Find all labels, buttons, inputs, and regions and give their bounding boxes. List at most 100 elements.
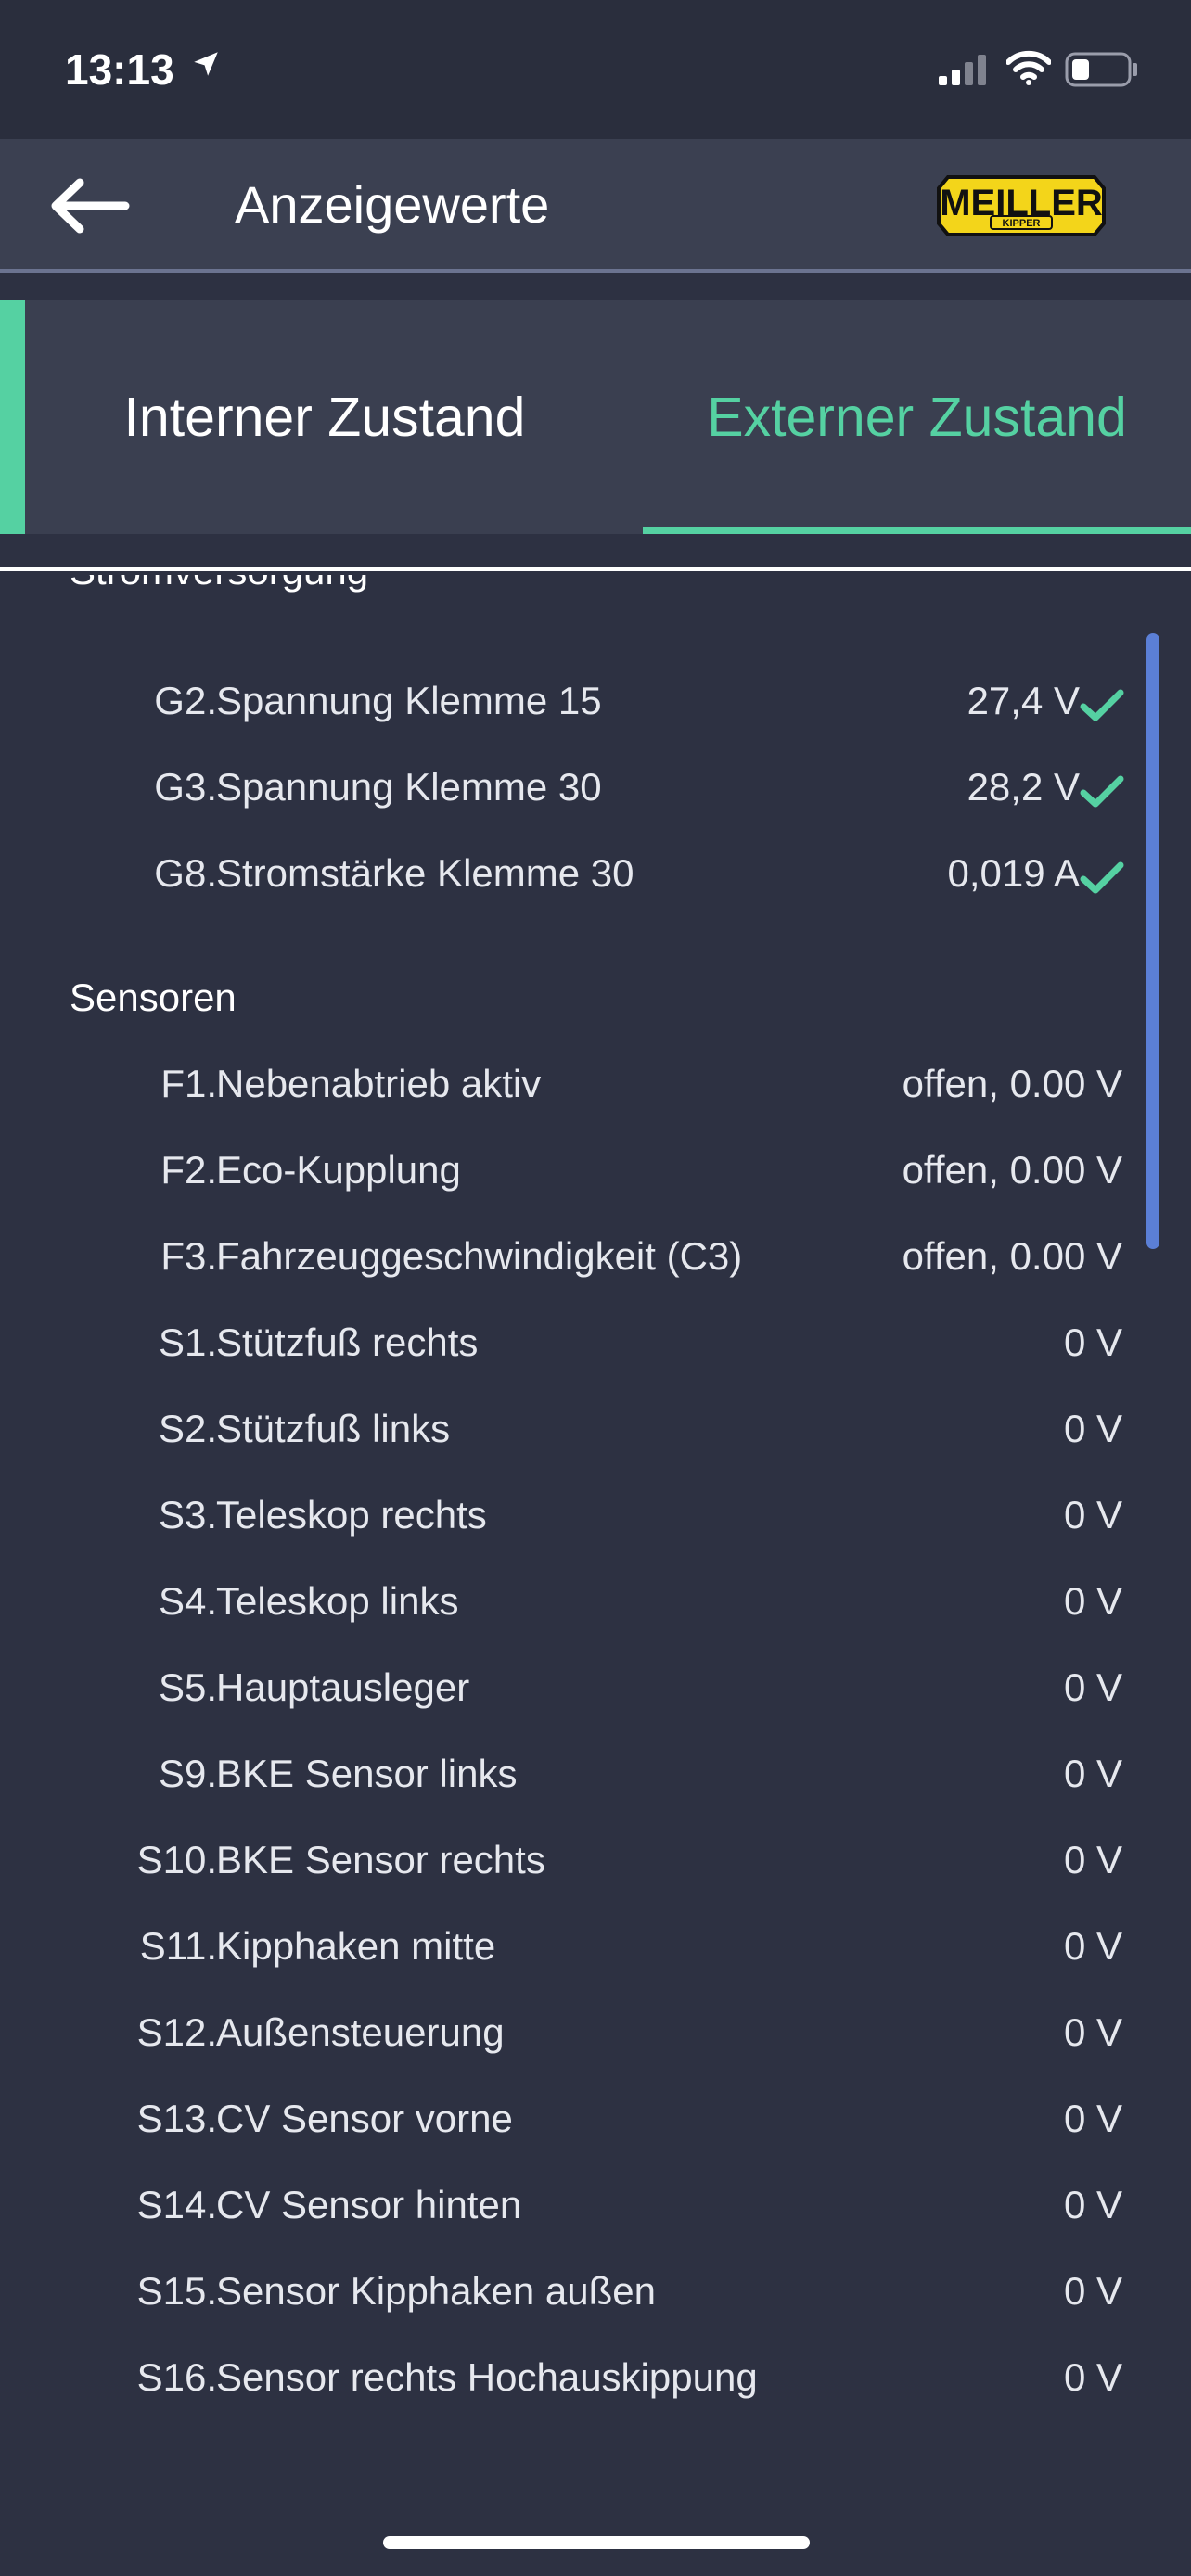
item-value: 0 V (1063, 1752, 1122, 1795)
list-item: S1. Stützfuß rechts 0 V (0, 1320, 1191, 1376)
list-item: S12. Außensteuerung 0 V (0, 2010, 1191, 2066)
item-label: Hauptausleger (216, 1665, 470, 1709)
back-arrow-icon[interactable] (46, 178, 130, 238)
item-label: Stromstärke Klemme 30 (216, 851, 634, 895)
list-item: S11. Kipphaken mitte 0 V (0, 1924, 1191, 1980)
item-code: S10. (136, 1838, 217, 1881)
list-item: F2. Eco-Kupplung offen, 0.00 V (0, 1148, 1191, 1204)
meiller-logo: MEILLER KIPPER (935, 172, 1108, 245)
item-value: offen, 0.00 V (902, 1148, 1122, 1192)
list-item: S3. Teleskop rechts 0 V (0, 1493, 1191, 1549)
item-label: CV Sensor hinten (216, 2183, 522, 2226)
item-code: S16. (136, 2355, 217, 2399)
item-value: 27,4 V (967, 679, 1080, 722)
tab-left-accent (0, 300, 25, 534)
cellular-signal-icon (937, 54, 992, 92)
item-code: S1. (158, 1320, 217, 1364)
item-value: offen, 0.00 V (902, 1234, 1122, 1278)
item-label: BKE Sensor rechts (216, 1838, 545, 1881)
item-label: Fahrzeuggeschwindigkeit (C3) (216, 1234, 743, 1278)
item-value: 0 V (1063, 1665, 1122, 1709)
item-code: G3. (154, 765, 217, 809)
tab-interner-zustand[interactable]: Interner Zustand (56, 300, 594, 534)
app-bar: Anzeigewerte MEILLER KIPPER (0, 139, 1191, 273)
item-code: G8. (154, 851, 217, 895)
section-title-sensoren: Sensoren (70, 976, 237, 1019)
content-divider (0, 567, 1191, 571)
values-list[interactable]: Stromversorgung G2. Spannung Klemme 15 2… (0, 575, 1191, 2508)
list-item: S4. Teleskop links 0 V (0, 1579, 1191, 1635)
item-value: 0 V (1063, 1407, 1122, 1450)
list-item: S13. CV Sensor vorne 0 V (0, 2097, 1191, 2152)
item-code: F1. (160, 1062, 217, 1105)
active-tab-indicator (643, 527, 1191, 534)
item-label: Sensor rechts Hochauskippung (216, 2355, 758, 2399)
item-code: F2. (160, 1148, 217, 1192)
item-label: CV Sensor vorne (216, 2097, 513, 2140)
svg-text:KIPPER: KIPPER (1003, 218, 1041, 229)
item-code: S11. (139, 1924, 217, 1968)
item-value: 0 V (1063, 2355, 1122, 2399)
item-code: S15. (136, 2269, 217, 2313)
list-item: F3. Fahrzeuggeschwindigkeit (C3) offen, … (0, 1234, 1191, 1290)
item-label: Stützfuß rechts (216, 1320, 479, 1364)
item-label: BKE Sensor links (216, 1752, 518, 1795)
check-icon (1080, 861, 1124, 905)
wifi-icon (1005, 50, 1052, 92)
item-label: Außensteuerung (216, 2010, 505, 2054)
location-arrow-icon (190, 48, 222, 84)
check-icon (1080, 688, 1124, 733)
list-item: G8. Stromstärke Klemme 30 0,019 A (0, 851, 1191, 907)
item-value: 0 V (1063, 1579, 1122, 1623)
list-item: S9. BKE Sensor links 0 V (0, 1752, 1191, 1807)
item-label: Spannung Klemme 15 (216, 679, 602, 722)
item-code: S12. (136, 2010, 217, 2054)
section-title-stromversorgung: Stromversorgung (70, 575, 368, 593)
tab-bar: Interner Zustand Externer Zustand (0, 273, 1191, 556)
item-label: Nebenabtrieb aktiv (216, 1062, 542, 1105)
status-time: 13:13 (65, 45, 174, 94)
item-label: Spannung Klemme 30 (216, 765, 602, 809)
item-code: G2. (154, 679, 217, 722)
list-item: S16. Sensor rechts Hochauskippung 0 V (0, 2355, 1191, 2411)
item-value: 0 V (1063, 1320, 1122, 1364)
item-value: offen, 0.00 V (902, 1062, 1122, 1105)
item-label: Eco-Kupplung (216, 1148, 461, 1192)
item-label: Stützfuß links (216, 1407, 451, 1450)
item-code: S9. (158, 1752, 217, 1795)
item-value: 0 V (1063, 1493, 1122, 1537)
page-title: Anzeigewerte (235, 175, 550, 234)
item-code: S2. (158, 1407, 217, 1450)
list-item: S15. Sensor Kipphaken außen 0 V (0, 2269, 1191, 2325)
list-item: F1. Nebenabtrieb aktiv offen, 0.00 V (0, 1062, 1191, 1117)
battery-icon (1065, 52, 1139, 92)
item-value: 0 V (1063, 2269, 1122, 2313)
item-code: S4. (158, 1579, 217, 1623)
status-bar: 13:13 (0, 0, 1191, 139)
list-item: G3. Spannung Klemme 30 28,2 V (0, 765, 1191, 821)
item-value: 0,019 A (947, 851, 1080, 895)
check-icon (1080, 774, 1124, 819)
item-value: 28,2 V (967, 765, 1080, 809)
tab-panel: Interner Zustand Externer Zustand (0, 300, 1191, 534)
item-value: 0 V (1063, 2010, 1122, 2054)
item-label: Kipphaken mitte (216, 1924, 496, 1968)
item-label: Sensor Kipphaken außen (216, 2269, 656, 2313)
item-code: S3. (158, 1493, 217, 1537)
scrollbar[interactable] (1146, 633, 1159, 1249)
list-item: G2. Spannung Klemme 15 27,4 V (0, 679, 1191, 734)
home-indicator[interactable] (383, 2536, 810, 2549)
item-value: 0 V (1063, 1924, 1122, 1968)
item-value: 0 V (1063, 1838, 1122, 1881)
item-value: 0 V (1063, 2097, 1122, 2140)
item-code: F3. (160, 1234, 217, 1278)
item-label: Teleskop rechts (216, 1493, 487, 1537)
item-code: S14. (136, 2183, 217, 2226)
list-item: S5. Hauptausleger 0 V (0, 1665, 1191, 1721)
tab-externer-zustand[interactable]: Externer Zustand (643, 300, 1191, 534)
item-code: S5. (158, 1665, 217, 1709)
item-value: 0 V (1063, 2183, 1122, 2226)
list-item: S14. CV Sensor hinten 0 V (0, 2183, 1191, 2238)
item-code: S13. (136, 2097, 217, 2140)
list-item: S10. BKE Sensor rechts 0 V (0, 1838, 1191, 1894)
